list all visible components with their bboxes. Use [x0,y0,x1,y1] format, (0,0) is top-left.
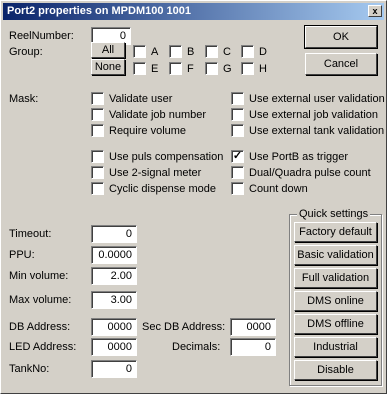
checkbox-box[interactable] [91,182,104,195]
max-volume-field[interactable]: 3.00 [91,291,137,309]
checkbox-box[interactable] [91,166,104,179]
checkbox-box[interactable] [231,182,244,195]
dms-offline-button[interactable]: DMS offline [294,314,377,334]
checkbox-box[interactable] [231,124,244,137]
ppu-label: PPU: [9,249,35,261]
tank-no-field[interactable]: 0 [91,360,137,378]
timeout-label: Timeout: [9,228,52,240]
checkbox-label: Validate job number [109,109,207,121]
decimals-field[interactable]: 0 [230,338,276,356]
reel-number-label: ReelNumber: [9,30,74,42]
window-title: Port2 properties on MPDM100 1001 [7,5,192,17]
checkbox-box[interactable] [205,45,218,58]
checkbox-label: Use external user validation [249,93,385,105]
checkbox-box[interactable] [231,108,244,121]
checkbox-label: Require volume [109,125,187,137]
checkbox-box[interactable] [241,45,254,58]
checkbox-box[interactable] [231,92,244,105]
decimals-label: Decimals: [172,341,221,353]
db-address-field[interactable]: 0000 [91,318,137,336]
led-address-label: LED Address: [9,341,77,353]
basic-validation-button[interactable]: Basic validation [294,245,377,265]
checkbox-box[interactable] [169,45,182,58]
checkbox-label: D [259,46,267,58]
checkbox-label: Validate user [109,93,173,105]
checkbox-box[interactable] [133,62,146,75]
checkbox-label: Dual/Quadra pulse count [249,167,371,179]
checkbox-box[interactable] [91,108,104,121]
checkbox-label: E [151,63,159,75]
industrial-button[interactable]: Industrial [294,337,377,357]
checkbox-label: Use external job validation [249,109,379,121]
tank-no-label: TankNo: [9,363,50,375]
ok-button[interactable]: OK [304,25,378,49]
checkbox-box[interactable] [231,166,244,179]
checkbox-box[interactable] [91,92,104,105]
checkbox-box[interactable] [205,62,218,75]
checkbox-label: Use PortB as trigger [249,151,349,163]
checkbox-box[interactable] [169,62,182,75]
checkbox-label: Cyclic dispense mode [109,183,216,195]
min-volume-label: Min volume: [9,270,69,282]
checkbox-label: Use puls compensation [109,151,224,163]
min-volume-field[interactable]: 2.00 [91,267,137,285]
cancel-button[interactable]: Cancel [305,53,377,75]
checkbox-label: G [223,63,232,75]
full-validation-button[interactable]: Full validation [294,268,377,288]
group-label: Group: [9,46,43,58]
port-properties-dialog: Port2 properties on MPDM100 1001 x ReelN… [0,0,387,394]
title-bar: Port2 properties on MPDM100 1001 x [3,3,384,20]
sec-db-address-label: Sec DB Address: [142,321,226,333]
checkbox-label: F [187,63,194,75]
led-address-field[interactable]: 0000 [91,338,137,356]
check-mark-icon: ✓ [232,150,243,162]
checkbox-box[interactable] [241,62,254,75]
checkbox-label: Use external tank validation [249,125,385,137]
checkbox-label: Count down [249,183,308,195]
timeout-field[interactable]: 0 [91,225,137,243]
checkbox-label: B [187,46,195,58]
disable-button[interactable]: Disable [294,360,377,380]
group-all-button[interactable]: All [91,42,125,58]
dms-online-button[interactable]: DMS online [294,291,377,311]
checkbox-label: Use 2-signal meter [109,167,202,179]
checkbox-box[interactable] [91,124,104,137]
checkbox-label: H [259,63,267,75]
checkbox-box[interactable]: ✓ [231,150,244,163]
checkbox-label: A [151,46,159,58]
db-address-label: DB Address: [9,321,71,333]
checkbox-box[interactable] [133,45,146,58]
checkbox-label: C [223,46,231,58]
sec-db-address-field[interactable]: 0000 [230,318,276,336]
max-volume-label: Max volume: [9,294,72,306]
factory-default-button[interactable]: Factory default [294,222,377,242]
group-none-button[interactable]: None [91,59,125,75]
close-button[interactable]: x [368,5,382,17]
ppu-field[interactable]: 0.0000 [91,246,137,264]
checkbox-box[interactable] [91,150,104,163]
mask-label: Mask: [9,93,39,105]
quick-settings-title: Quick settings [297,208,371,220]
